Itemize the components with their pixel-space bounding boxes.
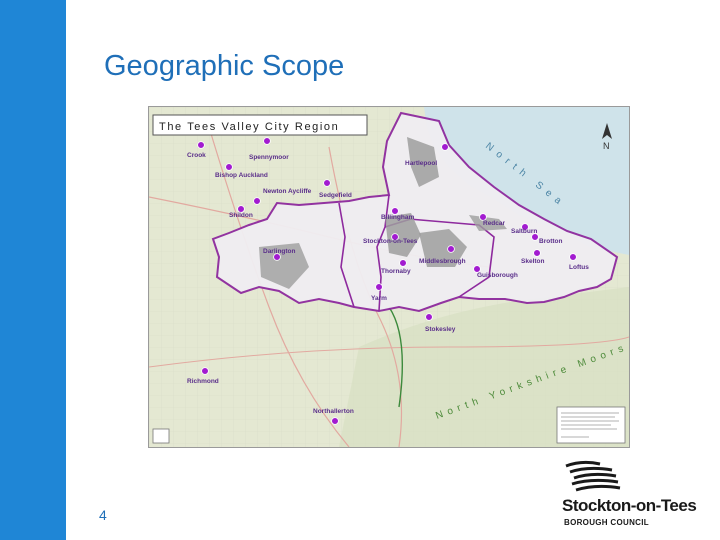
town-label-billingham: Billingham	[381, 214, 414, 221]
town-label-shildon: Shildon	[229, 212, 253, 219]
town-label-newton-aycliffe: Newton Aycliffe	[263, 188, 312, 195]
map-title: The Tees Valley City Region	[159, 121, 339, 133]
town-marker-skelton	[533, 249, 541, 257]
map-canvas: The Tees Valley City Region N North Sea …	[149, 107, 629, 447]
town-marker-northallerton	[331, 417, 339, 425]
town-marker-stokesley	[425, 313, 433, 321]
logo-subtitle: BOROUGH COUNCIL	[564, 518, 649, 527]
map-scale-box	[152, 428, 170, 444]
town-marker-brotton	[531, 233, 539, 241]
town-label-stokesley: Stokesley	[425, 326, 456, 333]
town-label-loftus: Loftus	[569, 264, 589, 271]
town-label-sedgefield: Sedgefield	[319, 192, 352, 199]
accent-side-bar	[0, 0, 66, 540]
town-label-northallerton: Northallerton	[313, 408, 354, 415]
town-label-crook: Crook	[187, 152, 206, 159]
council-logo: Stockton-on-Tees BOROUGH COUNCIL	[556, 456, 716, 536]
town-marker-sedgefield	[323, 179, 331, 187]
town-marker-spennymoor	[263, 137, 271, 145]
town-label-brotton: Brotton	[539, 238, 562, 245]
town-marker-newton-aycliffe	[253, 197, 261, 205]
town-label-yarm: Yarm	[371, 295, 387, 302]
town-label-darlington: Darlington	[263, 248, 296, 255]
slide-title: Geographic Scope	[104, 50, 345, 82]
town-marker-crook	[197, 141, 205, 149]
town-label-stockton-on-tees: Stockton-on-Tees	[363, 238, 418, 245]
page-number: 4	[99, 507, 107, 523]
town-label-skelton: Skelton	[521, 258, 545, 265]
town-marker-richmond	[201, 367, 209, 375]
town-label-redcar: Redcar	[483, 220, 506, 227]
town-label-hartlepool: Hartlepool	[405, 160, 437, 167]
council-logo-icon	[565, 460, 621, 492]
logo-name: Stockton-on-Tees	[562, 496, 697, 515]
town-marker-thornaby	[399, 259, 407, 267]
town-label-thornaby: Thornaby	[381, 268, 411, 275]
town-marker-hartlepool	[441, 143, 449, 151]
town-label-richmond: Richmond	[187, 378, 219, 385]
town-label-middlesbrough: Middlesbrough	[419, 258, 466, 265]
town-label-spennymoor: Spennymoor	[249, 154, 289, 161]
town-marker-yarm	[375, 283, 383, 291]
town-marker-bishop-auckland	[225, 163, 233, 171]
town-label-guisborough: Guisborough	[477, 272, 518, 279]
tees-valley-map: The Tees Valley City Region N North Sea …	[148, 106, 630, 448]
town-label-bishop-auckland: Bishop Auckland	[215, 172, 268, 179]
svg-text:N: N	[603, 141, 610, 151]
town-marker-middlesbrough	[447, 245, 455, 253]
town-marker-loftus	[569, 253, 577, 261]
